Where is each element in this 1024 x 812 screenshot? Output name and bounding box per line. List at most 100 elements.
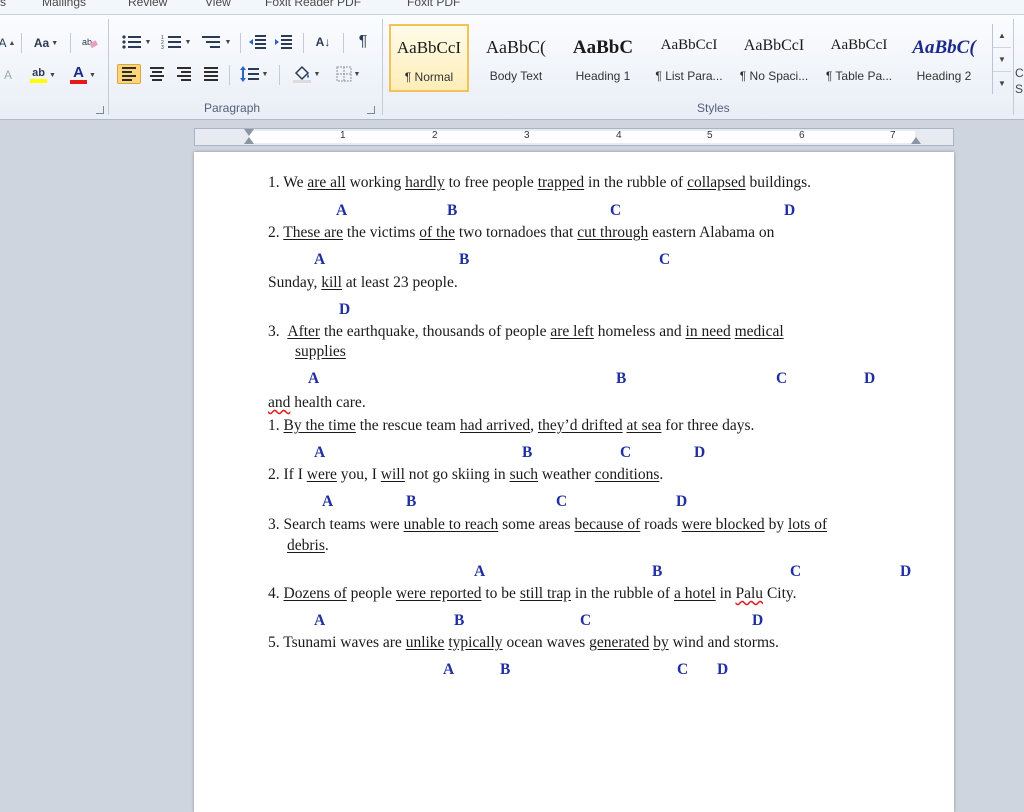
style-table-paragraph[interactable]: AaBbCcI ¶ Table Pa... — [819, 24, 899, 92]
tab-foxit-pdf[interactable]: Foxit PDF — [407, 0, 460, 9]
rewrite-3-wrap: debris. — [287, 537, 329, 554]
style-name: ¶ List Para... — [655, 69, 723, 83]
decrease-indent-button[interactable] — [246, 32, 270, 52]
align-center-button[interactable] — [145, 64, 169, 84]
highlight-color-button[interactable]: ab ▼ — [26, 65, 60, 85]
justify-button[interactable] — [199, 64, 223, 84]
bullets-icon — [121, 35, 141, 49]
clear-formatting-icon[interactable]: ab — [78, 32, 102, 52]
answer-letter: C — [659, 251, 671, 268]
answer-letter: C — [776, 370, 788, 387]
answer-letter: D — [717, 661, 729, 678]
answer-letter: C — [677, 661, 689, 678]
answer-letter: B — [447, 202, 458, 219]
scroll-up-icon[interactable]: ▲ — [993, 24, 1011, 48]
font-color-button[interactable]: A ▼ — [66, 65, 100, 85]
answer-letter: A — [322, 493, 334, 510]
tab-review[interactable]: Review — [128, 0, 167, 9]
font-dialog-launcher[interactable] — [96, 106, 104, 114]
ruler-number: 5 — [707, 130, 713, 141]
style-preview: AaBbC( — [486, 37, 546, 57]
style-list-paragraph[interactable]: AaBbCcI ¶ List Para... — [649, 24, 729, 92]
styles-gallery: AaBbCcI ¶ Normal AaBbC( Body Text AaBbC … — [387, 24, 989, 94]
answer-letters-row: A B C D — [194, 661, 954, 679]
question-1-line: 1. We are all working hardly to free peo… — [268, 174, 812, 191]
answer-letter: A — [314, 444, 326, 461]
style-preview: AaBbCcI — [396, 38, 462, 57]
answer-letter: A — [308, 370, 320, 387]
answer-letter: D — [339, 301, 351, 318]
styles-gallery-scroll[interactable]: ▲ ▼ ▼ — [992, 24, 1011, 94]
style-name: Heading 2 — [916, 69, 972, 83]
style-normal[interactable]: AaBbCcI ¶ Normal — [389, 24, 469, 92]
answer-letters-row: A B C D — [194, 612, 954, 630]
ruler-number: 4 — [616, 130, 622, 141]
font-color-icon: A — [70, 65, 87, 84]
rewrite-5-line: 5. Tsunami waves are unlike typically oc… — [268, 634, 779, 651]
align-left-button[interactable] — [117, 64, 141, 84]
paragraph-dialog-launcher[interactable] — [367, 106, 375, 114]
answer-letter: D — [864, 370, 876, 387]
ruler-text-area — [249, 131, 915, 143]
answer-letter: B — [500, 661, 511, 678]
align-center-icon — [150, 67, 164, 81]
answer-letter: D — [694, 444, 706, 461]
ruler-number: 2 — [432, 130, 438, 141]
scroll-down-icon[interactable]: ▼ — [993, 48, 1011, 72]
document-page[interactable]: 1. We are all working hardly to free peo… — [194, 152, 954, 812]
increase-indent-button[interactable] — [272, 32, 296, 52]
multilevel-list-icon — [201, 36, 220, 48]
borders-button[interactable]: ▼ — [330, 64, 366, 84]
answer-letter: C — [620, 444, 632, 461]
right-indent-marker[interactable] — [911, 137, 921, 144]
answer-letter: B — [652, 563, 663, 580]
decrease-indent-icon — [249, 35, 266, 49]
line-spacing-icon — [239, 66, 259, 82]
numbering-button[interactable]: 1 2 3 ▼ — [158, 32, 194, 52]
style-body-text[interactable]: AaBbC( Body Text — [476, 24, 556, 92]
document-body[interactable]: 1. We are all working hardly to free peo… — [194, 152, 954, 802]
answer-letters-row: D — [194, 301, 954, 319]
answer-letter: D — [752, 612, 764, 629]
tab-mailings[interactable]: Mailings — [42, 0, 86, 9]
grow-font-button[interactable]: A ▲ — [0, 33, 15, 53]
style-heading-2[interactable]: AaBbC( Heading 2 — [904, 24, 984, 92]
pilcrow-icon: ¶ — [358, 33, 368, 50]
show-formatting-marks-button[interactable]: ¶ — [350, 32, 376, 52]
style-preview: AaBbC( — [912, 37, 976, 58]
question-3-line: 3. After the earthquake, thousands of pe… — [268, 323, 784, 340]
sort-button[interactable]: A↓ — [309, 32, 337, 52]
paragraph-group-label: Paragraph — [204, 101, 261, 115]
style-heading-1[interactable]: AaBbC Heading 1 — [563, 24, 643, 92]
answer-letter: A — [443, 661, 455, 678]
multilevel-list-button[interactable]: ▼ — [198, 32, 234, 52]
hanging-indent-marker[interactable] — [244, 137, 254, 144]
tab-references[interactable]: s — [0, 0, 6, 9]
style-name: Body Text — [489, 69, 543, 83]
change-styles-button[interactable]: C S — [1015, 65, 1024, 97]
line-spacing-button[interactable]: ▼ — [236, 64, 272, 84]
answer-letters-row: A B C — [194, 251, 954, 269]
rewrite-1-line: 1. By the time the rescue team had arriv… — [268, 417, 755, 434]
style-preview: AaBbC — [572, 37, 634, 58]
horizontal-ruler[interactable]: 1 2 3 4 5 6 7 — [194, 128, 954, 146]
answer-letter: D — [900, 563, 912, 580]
increase-indent-icon — [275, 35, 292, 49]
rewrite-3-line: 3. Search teams were unable to reach som… — [268, 516, 828, 533]
tab-view[interactable]: View — [205, 0, 231, 9]
shading-button[interactable]: ▼ — [286, 64, 326, 84]
text-effects-button[interactable]: A — [0, 65, 16, 85]
style-no-spacing[interactable]: AaBbCcI ¶ No Spaci... — [734, 24, 814, 92]
bullets-button[interactable]: ▼ — [118, 32, 154, 52]
borders-icon — [336, 66, 352, 82]
tab-foxit-reader-pdf[interactable]: Foxit Reader PDF — [265, 0, 361, 9]
highlight-icon: ab — [30, 67, 47, 83]
answer-letter: A — [336, 202, 348, 219]
first-line-indent-marker[interactable] — [244, 129, 254, 136]
ruler-number: 3 — [524, 130, 530, 141]
change-case-button[interactable]: Aa ▼ — [28, 33, 64, 53]
paint-bucket-icon — [292, 65, 311, 83]
ruler-number: 1 — [340, 130, 346, 141]
more-styles-icon[interactable]: ▼ — [993, 72, 1011, 95]
align-right-button[interactable] — [172, 64, 196, 84]
